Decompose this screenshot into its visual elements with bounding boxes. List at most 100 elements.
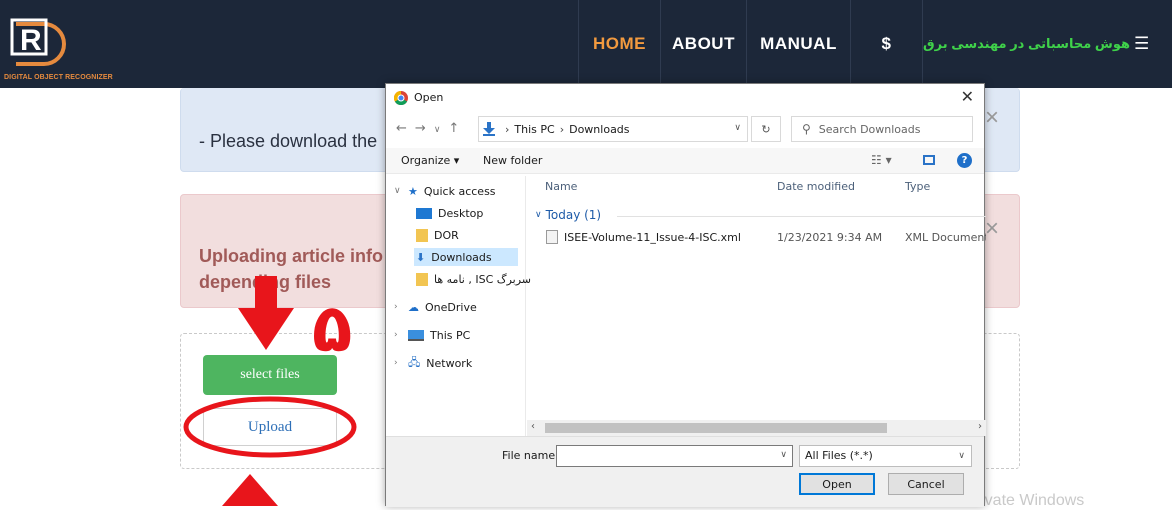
star-icon: ★ bbox=[408, 184, 418, 198]
xml-file-icon bbox=[546, 230, 558, 244]
hamburger-icon[interactable]: ☰ bbox=[1134, 34, 1149, 54]
nav-pane-item-desktop[interactable]: Desktop bbox=[416, 204, 483, 222]
address-row: ←→∨↑ › This PC › Downloads ∨ ↻ ⚲ Search … bbox=[386, 114, 984, 144]
group-header-today[interactable]: ∨ Today (1) bbox=[535, 208, 601, 222]
file-row[interactable]: ISEE-Volume-11_Issue-4-ISC.xml 1/23/2021… bbox=[527, 228, 986, 248]
nav-pane-item-isc-folder[interactable]: نامه ها , ISC سربرگ bbox=[416, 270, 531, 288]
nav-pane-label: OneDrive bbox=[425, 300, 477, 314]
network-icon: 🖧 bbox=[408, 355, 421, 369]
file-name: ISEE-Volume-11_Issue-4-ISC.xml bbox=[564, 231, 741, 244]
expand-chevron-icon[interactable]: ∨ bbox=[394, 186, 408, 196]
nav-persian-menu[interactable]: ☰ هوش محاسباتی در مهندسی برق bbox=[922, 0, 1172, 88]
persian-site-title: هوش محاسباتی در مهندسی برق bbox=[923, 36, 1130, 51]
nav-pane-item-network[interactable]: › 🖧 Network bbox=[394, 354, 472, 372]
breadcrumb-separator-icon: › bbox=[559, 122, 565, 136]
back-arrow-icon[interactable]: ← bbox=[396, 121, 415, 136]
brand-logo[interactable]: R DIGITAL OBJECT RECOGNIZER bbox=[4, 18, 174, 82]
filter-dropdown-icon[interactable]: ∨ bbox=[958, 446, 965, 466]
svg-text:R: R bbox=[20, 24, 42, 57]
address-dropdown-icon[interactable]: ∨ bbox=[734, 123, 741, 133]
file-date: 1/23/2021 9:34 AM bbox=[777, 231, 883, 244]
folder-icon bbox=[416, 272, 428, 286]
expand-chevron-icon[interactable]: › bbox=[394, 330, 408, 340]
column-header-name[interactable]: Name bbox=[545, 180, 577, 193]
file-type-filter[interactable]: All Files (*.*) ∨ bbox=[799, 445, 972, 467]
file-type: XML Document bbox=[905, 231, 986, 244]
organize-menu[interactable]: Organize ▾ bbox=[401, 154, 459, 167]
nav-arrows: ←→∨↑ bbox=[396, 121, 467, 136]
dialog-titlebar[interactable]: Open ✕ bbox=[386, 84, 984, 112]
file-list-pane: Name Date modified Type ∨ Today (1) ISEE… bbox=[527, 176, 986, 436]
nav-pane-item-downloads[interactable]: ⬇ Downloads bbox=[414, 248, 518, 266]
column-header-date[interactable]: Date modified bbox=[777, 180, 855, 193]
site-navbar: R DIGITAL OBJECT RECOGNIZER HOME ABOUT M… bbox=[0, 0, 1172, 88]
address-bar[interactable]: › This PC › Downloads ∨ bbox=[478, 116, 748, 142]
group-collapse-icon[interactable]: ∨ bbox=[535, 210, 542, 220]
dialog-close-icon[interactable]: ✕ bbox=[961, 87, 974, 106]
danger-alert-text: Uploading article info depending files bbox=[199, 243, 399, 295]
nav-pane-item-quick-access[interactable]: ∨ ★ Quick access bbox=[394, 182, 496, 200]
help-icon[interactable]: ? bbox=[957, 153, 972, 168]
navigation-pane: ∨ ★ Quick access Desktop DOR ⬇ Downloads… bbox=[386, 176, 531, 436]
arrow-up-annotation-icon bbox=[222, 474, 278, 506]
nav-pane-label: Downloads bbox=[431, 250, 492, 264]
search-icon: ⚲ bbox=[802, 122, 811, 136]
nav-manual[interactable]: MANUAL bbox=[746, 0, 850, 88]
nav-pane-item-onedrive[interactable]: › ☁ OneDrive bbox=[394, 298, 477, 316]
nav-pane-item-this-pc[interactable]: › This PC bbox=[394, 326, 470, 344]
file-name-input[interactable]: ∨ bbox=[556, 445, 793, 467]
preview-pane-icon[interactable] bbox=[923, 155, 935, 165]
horizontal-scrollbar[interactable]: ‹ › bbox=[527, 420, 986, 436]
nav-pane-label: Desktop bbox=[438, 206, 484, 220]
chrome-icon bbox=[394, 91, 408, 105]
folder-icon bbox=[416, 228, 428, 242]
logo-mark-icon: R bbox=[10, 18, 66, 66]
upload-button[interactable]: Upload bbox=[203, 408, 337, 446]
danger-alert-close-icon[interactable]: × bbox=[985, 215, 999, 243]
up-arrow-icon[interactable]: ↑ bbox=[448, 121, 467, 136]
nav-home[interactable]: HOME bbox=[578, 0, 660, 88]
scroll-right-icon[interactable]: › bbox=[978, 421, 982, 432]
download-icon: ⬇ bbox=[416, 250, 426, 264]
open-button[interactable]: Open bbox=[799, 473, 875, 495]
info-alert-text: - Please download the bbox=[199, 131, 378, 151]
danger-alert-line-2: depending files bbox=[199, 272, 332, 292]
breadcrumb-this-pc[interactable]: This PC bbox=[514, 123, 554, 136]
scrollbar-thumb[interactable] bbox=[545, 423, 887, 433]
pc-icon bbox=[408, 329, 424, 341]
file-type-filter-value: All Files (*.*) bbox=[805, 449, 873, 462]
nav-pane-item-dor[interactable]: DOR bbox=[416, 226, 459, 244]
refresh-icon[interactable]: ↻ bbox=[751, 116, 781, 142]
expand-chevron-icon[interactable]: › bbox=[394, 358, 408, 368]
group-label: Today (1) bbox=[545, 208, 602, 222]
command-bar: Organize ▾ New folder ☷ ▾ ? bbox=[386, 148, 984, 174]
group-divider bbox=[617, 216, 986, 217]
step-number-annotation: ۵ bbox=[312, 290, 353, 367]
nav-pricing[interactable]: $ bbox=[850, 0, 922, 88]
dialog-title: Open bbox=[414, 91, 444, 104]
view-options-icon[interactable]: ☷ ▾ bbox=[871, 153, 892, 167]
nav-about[interactable]: ABOUT bbox=[660, 0, 746, 88]
open-file-dialog: Open ✕ ←→∨↑ › This PC › Downloads ∨ ↻ ⚲ … bbox=[385, 83, 986, 507]
column-header-type[interactable]: Type bbox=[905, 180, 930, 193]
file-name-label: File name: bbox=[502, 449, 559, 462]
nav-pane-label: DOR bbox=[434, 228, 459, 242]
brand-text: DIGITAL OBJECT RECOGNIZER bbox=[4, 74, 113, 81]
desktop-icon bbox=[416, 207, 432, 219]
new-folder-button[interactable]: New folder bbox=[483, 154, 542, 167]
search-input[interactable]: ⚲ Search Downloads bbox=[791, 116, 973, 142]
nav-pane-label: Network bbox=[426, 356, 473, 370]
file-name-dropdown-icon[interactable]: ∨ bbox=[780, 450, 787, 460]
nav-pane-label: Quick access bbox=[423, 184, 496, 198]
downloads-folder-icon bbox=[483, 122, 495, 136]
danger-alert-line-1: Uploading article info bbox=[199, 246, 384, 266]
expand-chevron-icon[interactable]: › bbox=[394, 302, 408, 312]
nav-pane-label: This PC bbox=[430, 328, 471, 342]
info-alert-close-icon[interactable]: × bbox=[985, 104, 999, 132]
breadcrumb-downloads[interactable]: Downloads bbox=[569, 123, 629, 136]
cancel-button[interactable]: Cancel bbox=[888, 473, 964, 495]
scroll-left-icon[interactable]: ‹ bbox=[531, 421, 535, 432]
recent-chevron-icon[interactable]: ∨ bbox=[434, 125, 449, 135]
forward-arrow-icon[interactable]: → bbox=[415, 121, 434, 136]
dialog-footer: File name: ∨ All Files (*.*) ∨ Open Canc… bbox=[386, 436, 984, 507]
